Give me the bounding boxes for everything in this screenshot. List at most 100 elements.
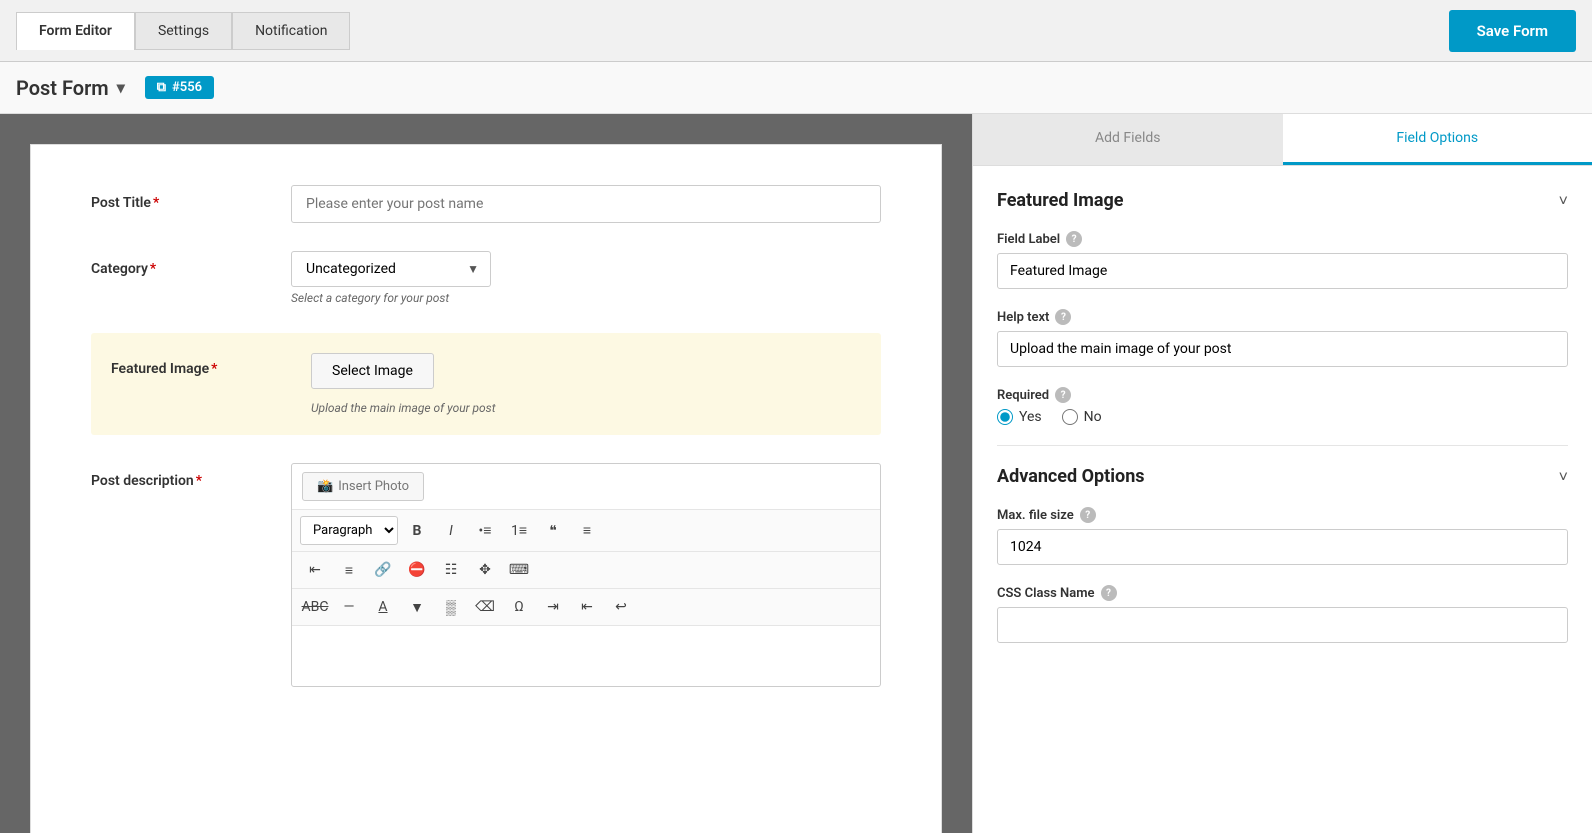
max-file-size-help-icon[interactable]: ? xyxy=(1080,507,1096,523)
required-yes-label[interactable]: Yes xyxy=(997,409,1042,425)
indent-button[interactable]: ⇥ xyxy=(538,593,568,621)
unlink-button[interactable]: ⛔ xyxy=(402,556,432,584)
form-canvas: Post Title* Category* Uncategorized ▼ xyxy=(30,144,942,833)
align-center-button[interactable]: ≡ xyxy=(334,556,364,584)
editor-body[interactable] xyxy=(292,626,880,686)
required-no-label[interactable]: No xyxy=(1062,409,1102,425)
form-id-badge[interactable]: ⧉ #556 xyxy=(145,76,214,99)
select-image-button[interactable]: Select Image xyxy=(311,353,434,389)
category-row: Category* Uncategorized ▼ Select a categ… xyxy=(91,251,881,305)
fullscreen-button[interactable]: ✥ xyxy=(470,556,500,584)
tab-group: Form Editor Settings Notification xyxy=(16,12,350,50)
numbered-list-button[interactable]: 1≡ xyxy=(504,517,534,545)
link-button[interactable]: 🔗 xyxy=(368,556,398,584)
required-star: * xyxy=(150,261,156,277)
left-panel: Post Title* Category* Uncategorized ▼ xyxy=(0,114,972,833)
bullet-list-button[interactable]: •≡ xyxy=(470,517,500,545)
featured-image-section-header: Featured Image ˅ xyxy=(997,190,1568,211)
editor-insert-toolbar: 📸 Insert Photo xyxy=(292,464,880,510)
category-label: Category* xyxy=(91,251,291,277)
tab-add-fields[interactable]: Add Fields xyxy=(973,114,1283,165)
main-layout: Post Title* Category* Uncategorized ▼ xyxy=(0,114,1592,833)
tab-field-options[interactable]: Field Options xyxy=(1283,114,1592,165)
paragraph-select[interactable]: Paragraph xyxy=(300,516,398,545)
post-title-label: Post Title* xyxy=(91,185,291,211)
clear-format-button[interactable]: ⌫ xyxy=(470,593,500,621)
form-title-text: Post Form xyxy=(16,76,109,100)
css-class-help-icon[interactable]: ? xyxy=(1101,585,1117,601)
post-description-label: Post description* xyxy=(91,463,291,489)
format-button[interactable]: ▒ xyxy=(436,593,466,621)
keyboard-icon[interactable]: ⌨ xyxy=(504,556,534,584)
strikethrough-button[interactable]: ABC xyxy=(300,593,330,621)
featured-image-hint: Upload the main image of your post xyxy=(311,401,861,415)
required-title: Required ? xyxy=(997,387,1568,403)
italic-button[interactable]: I xyxy=(436,517,466,545)
css-class-input[interactable] xyxy=(997,607,1568,643)
field-label-title: Field Label ? xyxy=(997,231,1568,247)
required-radio-group: Yes No xyxy=(997,409,1568,425)
outdent-button[interactable]: ⇤ xyxy=(572,593,602,621)
align-left-button[interactable]: ⇤ xyxy=(300,556,330,584)
advanced-options-section-header: Advanced Options ˅ xyxy=(997,466,1568,487)
right-panel-content: Featured Image ˅ Field Label ? Help text… xyxy=(973,166,1592,833)
help-text-help-icon[interactable]: ? xyxy=(1055,309,1071,325)
required-star: * xyxy=(153,195,159,211)
hr-button[interactable]: ― xyxy=(334,593,364,621)
css-class-group: CSS Class Name ? xyxy=(997,585,1568,643)
help-text-title: Help text ? xyxy=(997,309,1568,325)
required-help-icon[interactable]: ? xyxy=(1055,387,1071,403)
special-char-button[interactable]: Ω xyxy=(504,593,534,621)
max-file-size-input[interactable] xyxy=(997,529,1568,565)
tab-notification[interactable]: Notification xyxy=(232,12,350,50)
collapse-featured-image-button[interactable]: ˅ xyxy=(1559,191,1568,211)
align-button[interactable]: ≡ xyxy=(572,517,602,545)
advanced-options-section-title: Advanced Options xyxy=(997,466,1145,487)
featured-image-label: Featured Image* xyxy=(111,353,311,377)
tab-form-editor[interactable]: Form Editor xyxy=(16,12,135,50)
field-label-help-icon[interactable]: ? xyxy=(1066,231,1082,247)
featured-image-section-title: Featured Image xyxy=(997,190,1123,211)
copy-icon: ⧉ xyxy=(157,80,166,95)
collapse-advanced-options-button[interactable]: ˅ xyxy=(1559,467,1568,487)
photo-icon: 📸 xyxy=(317,479,333,494)
form-title-group: Post Form ▾ ⧉ #556 xyxy=(16,76,214,100)
required-yes-text: Yes xyxy=(1019,409,1042,425)
editor-toolbar-row1: Paragraph B I •≡ 1≡ ❝ ≡ xyxy=(292,510,880,552)
save-form-button[interactable]: Save Form xyxy=(1449,10,1576,52)
css-class-title: CSS Class Name ? xyxy=(997,585,1568,601)
undo-button[interactable]: ↩ xyxy=(606,593,636,621)
right-panel: Add Fields Field Options Featured Image … xyxy=(972,114,1592,833)
post-title-row: Post Title* xyxy=(91,185,881,223)
sub-header: Post Form ▾ ⧉ #556 xyxy=(0,62,1592,114)
required-yes-radio[interactable] xyxy=(997,409,1013,425)
post-description-row: Post description* 📸 Insert Photo xyxy=(91,463,881,687)
section-divider xyxy=(997,445,1568,446)
editor-toolbar-row3: ABC ― A ▼ ▒ ⌫ Ω ⇥ ⇤ ↩ xyxy=(292,589,880,626)
bold-button[interactable]: B xyxy=(402,517,432,545)
required-no-text: No xyxy=(1084,409,1102,425)
required-no-radio[interactable] xyxy=(1062,409,1078,425)
table-button[interactable]: ☷ xyxy=(436,556,466,584)
tab-settings[interactable]: Settings xyxy=(135,12,232,50)
help-text-input[interactable] xyxy=(997,331,1568,367)
required-star: * xyxy=(196,473,202,489)
top-bar: Form Editor Settings Notification Save F… xyxy=(0,0,1592,62)
blockquote-button[interactable]: ❝ xyxy=(538,517,568,545)
category-select[interactable]: Uncategorized xyxy=(291,251,491,287)
post-title-input[interactable] xyxy=(291,185,881,223)
category-select-wrap: Uncategorized ▼ xyxy=(291,251,491,287)
editor-toolbar-row2: ⇤ ≡ 🔗 ⛔ ☷ ✥ ⌨ xyxy=(292,552,880,589)
help-text-group: Help text ? xyxy=(997,309,1568,367)
category-control: Uncategorized ▼ Select a category for yo… xyxy=(291,251,881,305)
category-hint: Select a category for your post xyxy=(291,291,881,305)
right-tab-group: Add Fields Field Options xyxy=(973,114,1592,166)
font-color-arrow[interactable]: ▼ xyxy=(402,593,432,621)
featured-image-control: Select Image Upload the main image of yo… xyxy=(311,353,861,415)
insert-photo-button[interactable]: 📸 Insert Photo xyxy=(302,472,424,501)
post-title-control xyxy=(291,185,881,223)
chevron-down-icon[interactable]: ▾ xyxy=(117,78,125,97)
font-color-button[interactable]: A xyxy=(368,593,398,621)
field-label-input[interactable] xyxy=(997,253,1568,289)
required-group: Required ? Yes No xyxy=(997,387,1568,425)
